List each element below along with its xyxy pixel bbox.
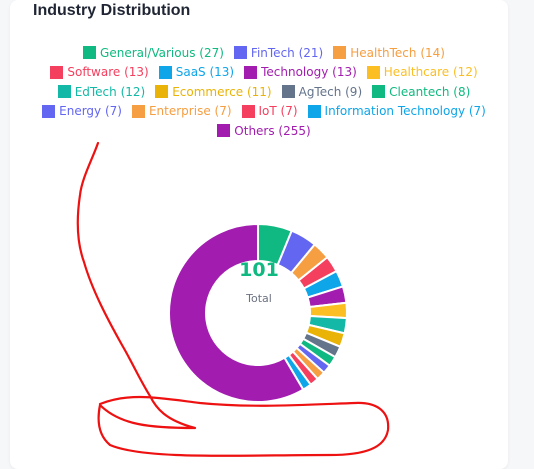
donut-center-label: Total (246, 292, 272, 305)
donut-center-value: 101 (239, 259, 279, 281)
donut-chart (168, 222, 348, 403)
